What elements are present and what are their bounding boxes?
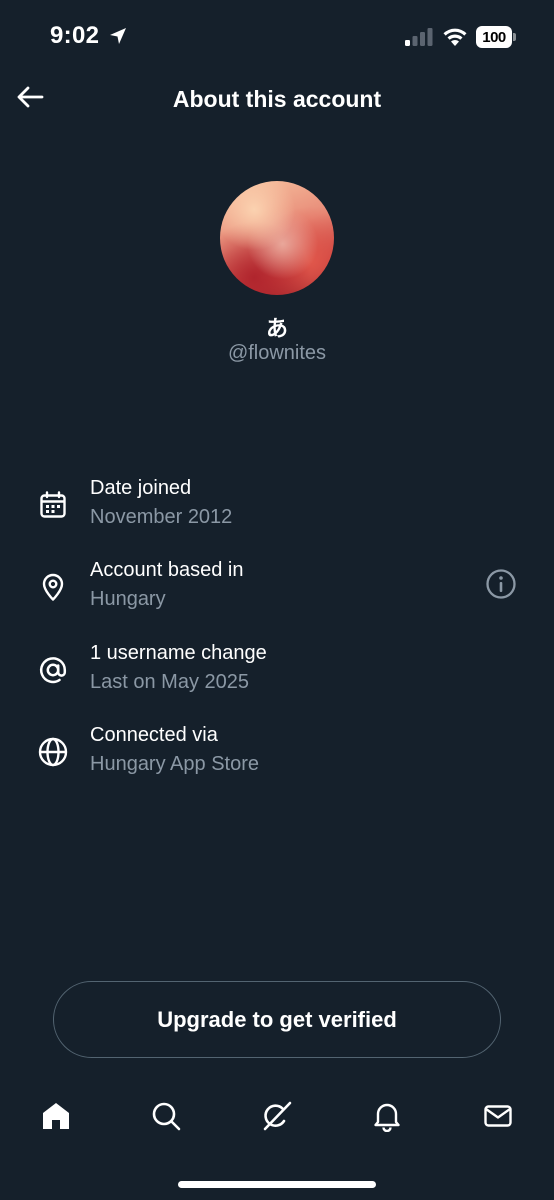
info-title: 1 username change [90, 642, 267, 664]
battery-icon: 100 [476, 26, 516, 48]
grok-icon [260, 1099, 294, 1138]
at-icon [36, 653, 70, 687]
tab-grok[interactable] [257, 1098, 297, 1138]
header: About this account [0, 74, 554, 124]
info-row-date-joined: Date joined November 2012 [0, 477, 554, 547]
globe-icon [36, 735, 70, 769]
page-title: About this account [172, 86, 382, 112]
bottom-tab-bar [0, 1090, 554, 1150]
battery-tip [513, 33, 516, 41]
status-time: 9:02 [50, 22, 100, 49]
upgrade-verified-button[interactable]: Upgrade to get verified [53, 981, 501, 1058]
messages-icon [482, 1100, 514, 1137]
info-row-connected-via: Connected via Hungary App Store [0, 724, 554, 794]
info-row-username-change: 1 username change Last on May 2025 [0, 642, 554, 712]
display-name: あ [265, 317, 288, 342]
search-icon [150, 1100, 182, 1137]
tab-notifications[interactable] [367, 1098, 407, 1138]
info-title: Date joined [90, 477, 192, 499]
home-icon [40, 1100, 72, 1137]
account-location-info-button[interactable] [484, 568, 518, 605]
calendar-icon [36, 488, 70, 522]
tab-home[interactable] [36, 1098, 76, 1138]
info-title: Connected via [90, 724, 218, 746]
handle: @flownites [227, 342, 327, 364]
location-arrow-icon [108, 26, 128, 51]
wifi-icon [442, 25, 468, 52]
status-bar: 9:02 100 [0, 0, 554, 74]
info-icon [485, 568, 517, 605]
info-subtitle: Hungary [90, 588, 166, 610]
info-subtitle: November 2012 [90, 506, 233, 528]
info-subtitle: Hungary App Store [90, 753, 259, 775]
tab-messages[interactable] [478, 1098, 518, 1138]
info-row-account-based-in: Account based in Hungary [0, 559, 554, 629]
home-indicator[interactable] [178, 1181, 376, 1188]
notifications-icon [371, 1100, 403, 1137]
signal-icon [405, 28, 433, 51]
location-pin-icon [36, 570, 70, 604]
avatar[interactable] [220, 181, 334, 295]
battery-level: 100 [476, 26, 512, 48]
info-subtitle: Last on May 2025 [90, 671, 249, 693]
info-title: Account based in [90, 559, 244, 581]
tab-search[interactable] [146, 1098, 186, 1138]
